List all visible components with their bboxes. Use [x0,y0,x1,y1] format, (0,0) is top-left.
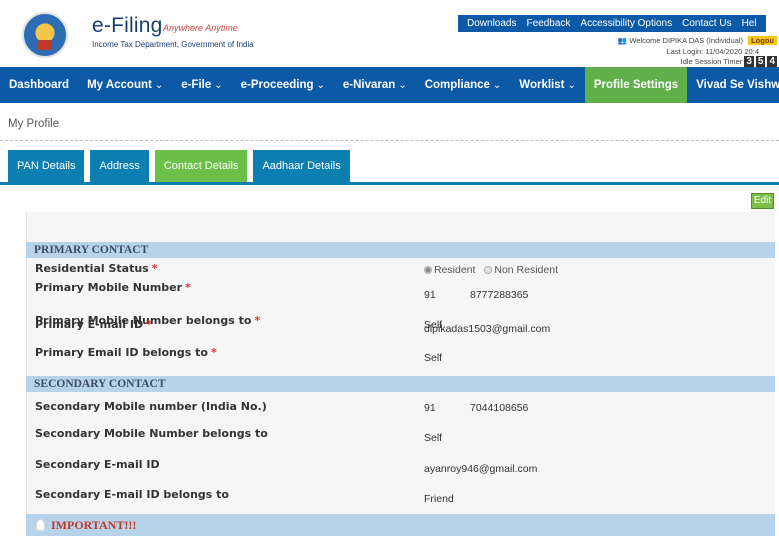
field-value: 91 8777288365 [424,289,528,301]
field-label: Primary Email ID belongs to * [35,346,217,359]
breadcrumb-divider [0,140,779,141]
nav-profile-settings[interactable]: Profile Settings [584,67,688,103]
secondary-contact-header: SECONDARY CONTACT [26,376,775,392]
breadcrumb: My Profile [8,118,60,130]
primary-email-field: Primary E-mail ID * dipikadas1503@gmail.c… [35,318,775,338]
chevron-down-icon: ⌄ [214,80,223,91]
field-label: Secondary Mobile number (India No.) [35,400,267,413]
email-value: ayanroy946@gmail.com [424,463,538,475]
feedback-link[interactable]: Feedback [521,18,575,29]
chevron-down-icon: ⌄ [398,80,407,91]
field-label: Secondary E-mail ID [35,458,160,471]
important-notice-header: IMPORTANT!!! [26,514,775,536]
profile-tabs: PAN Details Address Contact Details Aadh… [8,150,350,182]
radio-label: Non Resident [494,264,558,276]
session-timer: Idle Session Timer 3 5 4 [681,56,777,67]
secondary-mobile-belongs-row: Secondary Mobile Number belongs to Self [35,427,775,447]
help-link[interactable]: Hel [737,18,762,29]
nav-vivad-se-vishwas[interactable]: Vivad Se Vishwas⌄ [687,67,779,103]
nav-my-account[interactable]: My Account ⌄ [78,67,172,103]
resident-radio[interactable] [424,266,432,274]
nav-worklist[interactable]: Worklist ⌄ [510,67,585,103]
tab-pan-details[interactable]: PAN Details [8,150,85,182]
nav-item-label: Dashboard [9,79,70,91]
nav-item-label: Profile Settings [593,79,679,91]
radio-label: Resident [434,264,476,276]
tabs-underline [0,182,779,185]
residential-status-options: Resident Non Resident [424,264,564,276]
user-icon: 👥 [617,36,628,45]
edit-button[interactable]: Edit [751,193,774,209]
lightbulb-icon [36,519,45,531]
chevron-down-icon: ⌄ [154,80,164,91]
field-label: Primary E-mail ID * [35,318,152,331]
phone-number: 8777288365 [470,289,529,301]
nav-e-nivaran[interactable]: e-Nivaran ⌄ [334,67,416,103]
timer-digit: 3 [744,56,754,67]
contact-us-link[interactable]: Contact Us [677,18,736,29]
email-value: dipikadas1503@gmail.com [424,323,551,335]
tab-address[interactable]: Address [90,150,149,182]
required-marker: * [151,262,158,275]
nav-item-label: Worklist [519,79,565,91]
nav-e-file[interactable]: e-File ⌄ [172,67,231,103]
top-links-bar: Downloads Feedback Accessibility Options… [458,15,766,32]
nav-item-label: e-Nivaran [342,79,396,91]
nav-dashboard[interactable]: Dashboard [0,67,78,103]
country-code: 91 [424,289,436,301]
residential-status-row: Residential Status * Resident Non Residen… [35,262,775,282]
timer-digit: 5 [755,56,766,67]
field-value: 91 7044108656 [424,402,528,414]
required-marker: * [185,281,191,294]
logout-button[interactable]: Logou [748,36,777,45]
country-code: 91 [424,402,436,414]
accessibility-options-link[interactable]: Accessibility Options [575,18,677,29]
secondary-mobile-row: Secondary Mobile number (India No.) 91 70… [35,400,775,420]
chevron-down-icon: ⌄ [567,80,576,91]
nav-item-label: Compliance [424,79,490,91]
field-label: Residential Status * [35,262,158,275]
session-timer-label: Idle Session Timer [680,57,743,66]
nav-item-label: Vivad Se Vishwas [696,79,779,91]
logo-tagline: Anywhere Anytime [163,23,238,33]
nav-item-label: e-Proceeding [240,79,314,91]
welcome-text: Welcome DIPIKA DAS (Individual) [629,36,743,45]
downloads-link[interactable]: Downloads [462,18,521,29]
logo-subtitle: Income Tax Department, Government of Ind… [92,40,254,49]
field-value: Friend [424,493,454,505]
chevron-down-icon: ⌄ [492,80,502,91]
secondary-email-belongs-row: Secondary E-mail ID belongs to Friend [35,488,775,508]
secondary-email-row: Secondary E-mail ID ayanroy946@gmail.com [35,458,775,478]
primary-contact-header: PRIMARY CONTACT [26,242,775,258]
primary-email-belongs-row: Primary Email ID belongs to * Self [35,346,775,366]
field-label: Secondary E-mail ID belongs to [35,488,229,501]
site-header: e-Filing Anywhere Anytime Income Tax Dep… [0,0,779,67]
tab-contact-details[interactable]: Contact Details [154,150,248,182]
last-login: Last Login: 11/04/2020 20:4 [666,47,759,56]
government-emblem-icon [22,12,68,58]
field-value: Self [424,432,443,444]
non-resident-radio[interactable] [484,266,493,274]
important-label: IMPORTANT!!! [51,518,137,532]
field-label: Primary Mobile Number * [35,281,191,294]
logo-title[interactable]: e-Filing [92,14,162,38]
primary-mobile-row: Primary Mobile Number * 91 8777288365 [35,281,775,301]
phone-number: 7044108656 [470,402,529,414]
nav-compliance[interactable]: Compliance ⌄ [416,67,511,103]
nav-item-label: My Account [87,79,152,91]
required-marker: * [210,346,217,359]
tab-aadhaar-details[interactable]: Aadhaar Details [253,150,350,182]
nav-e-proceeding[interactable]: e-Proceeding ⌄ [232,67,334,103]
required-marker: * [146,318,152,331]
main-nav: Dashboard My Account ⌄ e-File ⌄ e-Proceedi… [0,67,779,103]
welcome-message: 👥 Welcome DIPIKA DAS (Individual) Logou [618,36,777,45]
field-label: Secondary Mobile Number belongs to [35,427,268,440]
timer-digit: 4 [767,56,777,67]
nav-item-label: e-File [181,79,212,91]
field-value: Self [424,352,443,364]
chevron-down-icon: ⌄ [316,80,325,91]
